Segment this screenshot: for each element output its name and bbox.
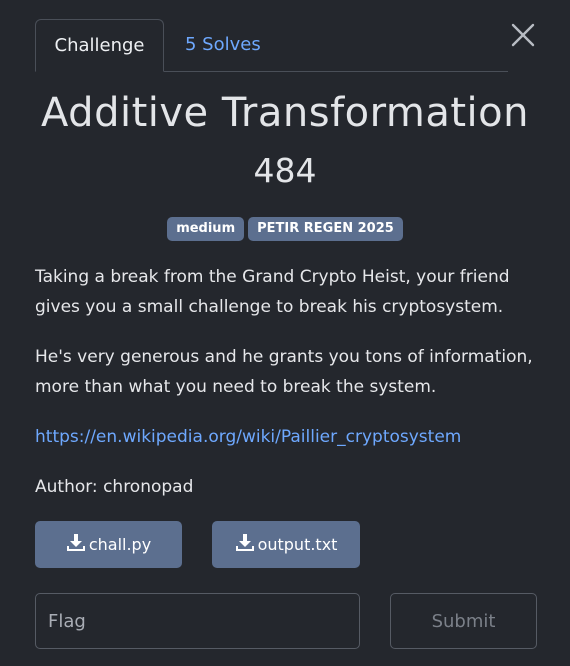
reference-link[interactable]: https://en.wikipedia.org/wiki/Paillier_c… bbox=[35, 422, 461, 452]
file-label: output.txt bbox=[257, 535, 338, 554]
description-paragraph: Taking a break from the Grand Crypto Hei… bbox=[35, 267, 510, 317]
challenge-points: 484 bbox=[253, 151, 317, 190]
download-output-txt-button[interactable]: output.txt bbox=[212, 521, 360, 568]
tag-list: medium PETIR REGEN 2025 bbox=[0, 217, 570, 241]
tab-bar: Challenge 5 Solves bbox=[35, 19, 508, 72]
tab-solves[interactable]: 5 Solves bbox=[185, 19, 261, 71]
difficulty-badge: medium bbox=[167, 217, 245, 241]
submit-button[interactable]: Submit bbox=[390, 593, 537, 649]
flag-input[interactable] bbox=[35, 593, 360, 649]
file-label: chall.py bbox=[88, 535, 152, 554]
challenge-title: Additive Transformation bbox=[41, 90, 529, 136]
tab-challenge[interactable]: Challenge bbox=[35, 19, 164, 72]
download-icon bbox=[235, 534, 254, 551]
close-icon bbox=[511, 23, 535, 47]
description-paragraph: He's very generous and he grants you ton… bbox=[35, 347, 533, 397]
author-line: Author: chronopad bbox=[35, 477, 194, 497]
event-badge: PETIR REGEN 2025 bbox=[248, 217, 403, 241]
close-button[interactable] bbox=[510, 22, 536, 48]
download-icon bbox=[66, 534, 85, 551]
download-chall-py-button[interactable]: chall.py bbox=[35, 521, 182, 568]
challenge-modal: Challenge 5 Solves Additive Transformati… bbox=[0, 0, 570, 666]
